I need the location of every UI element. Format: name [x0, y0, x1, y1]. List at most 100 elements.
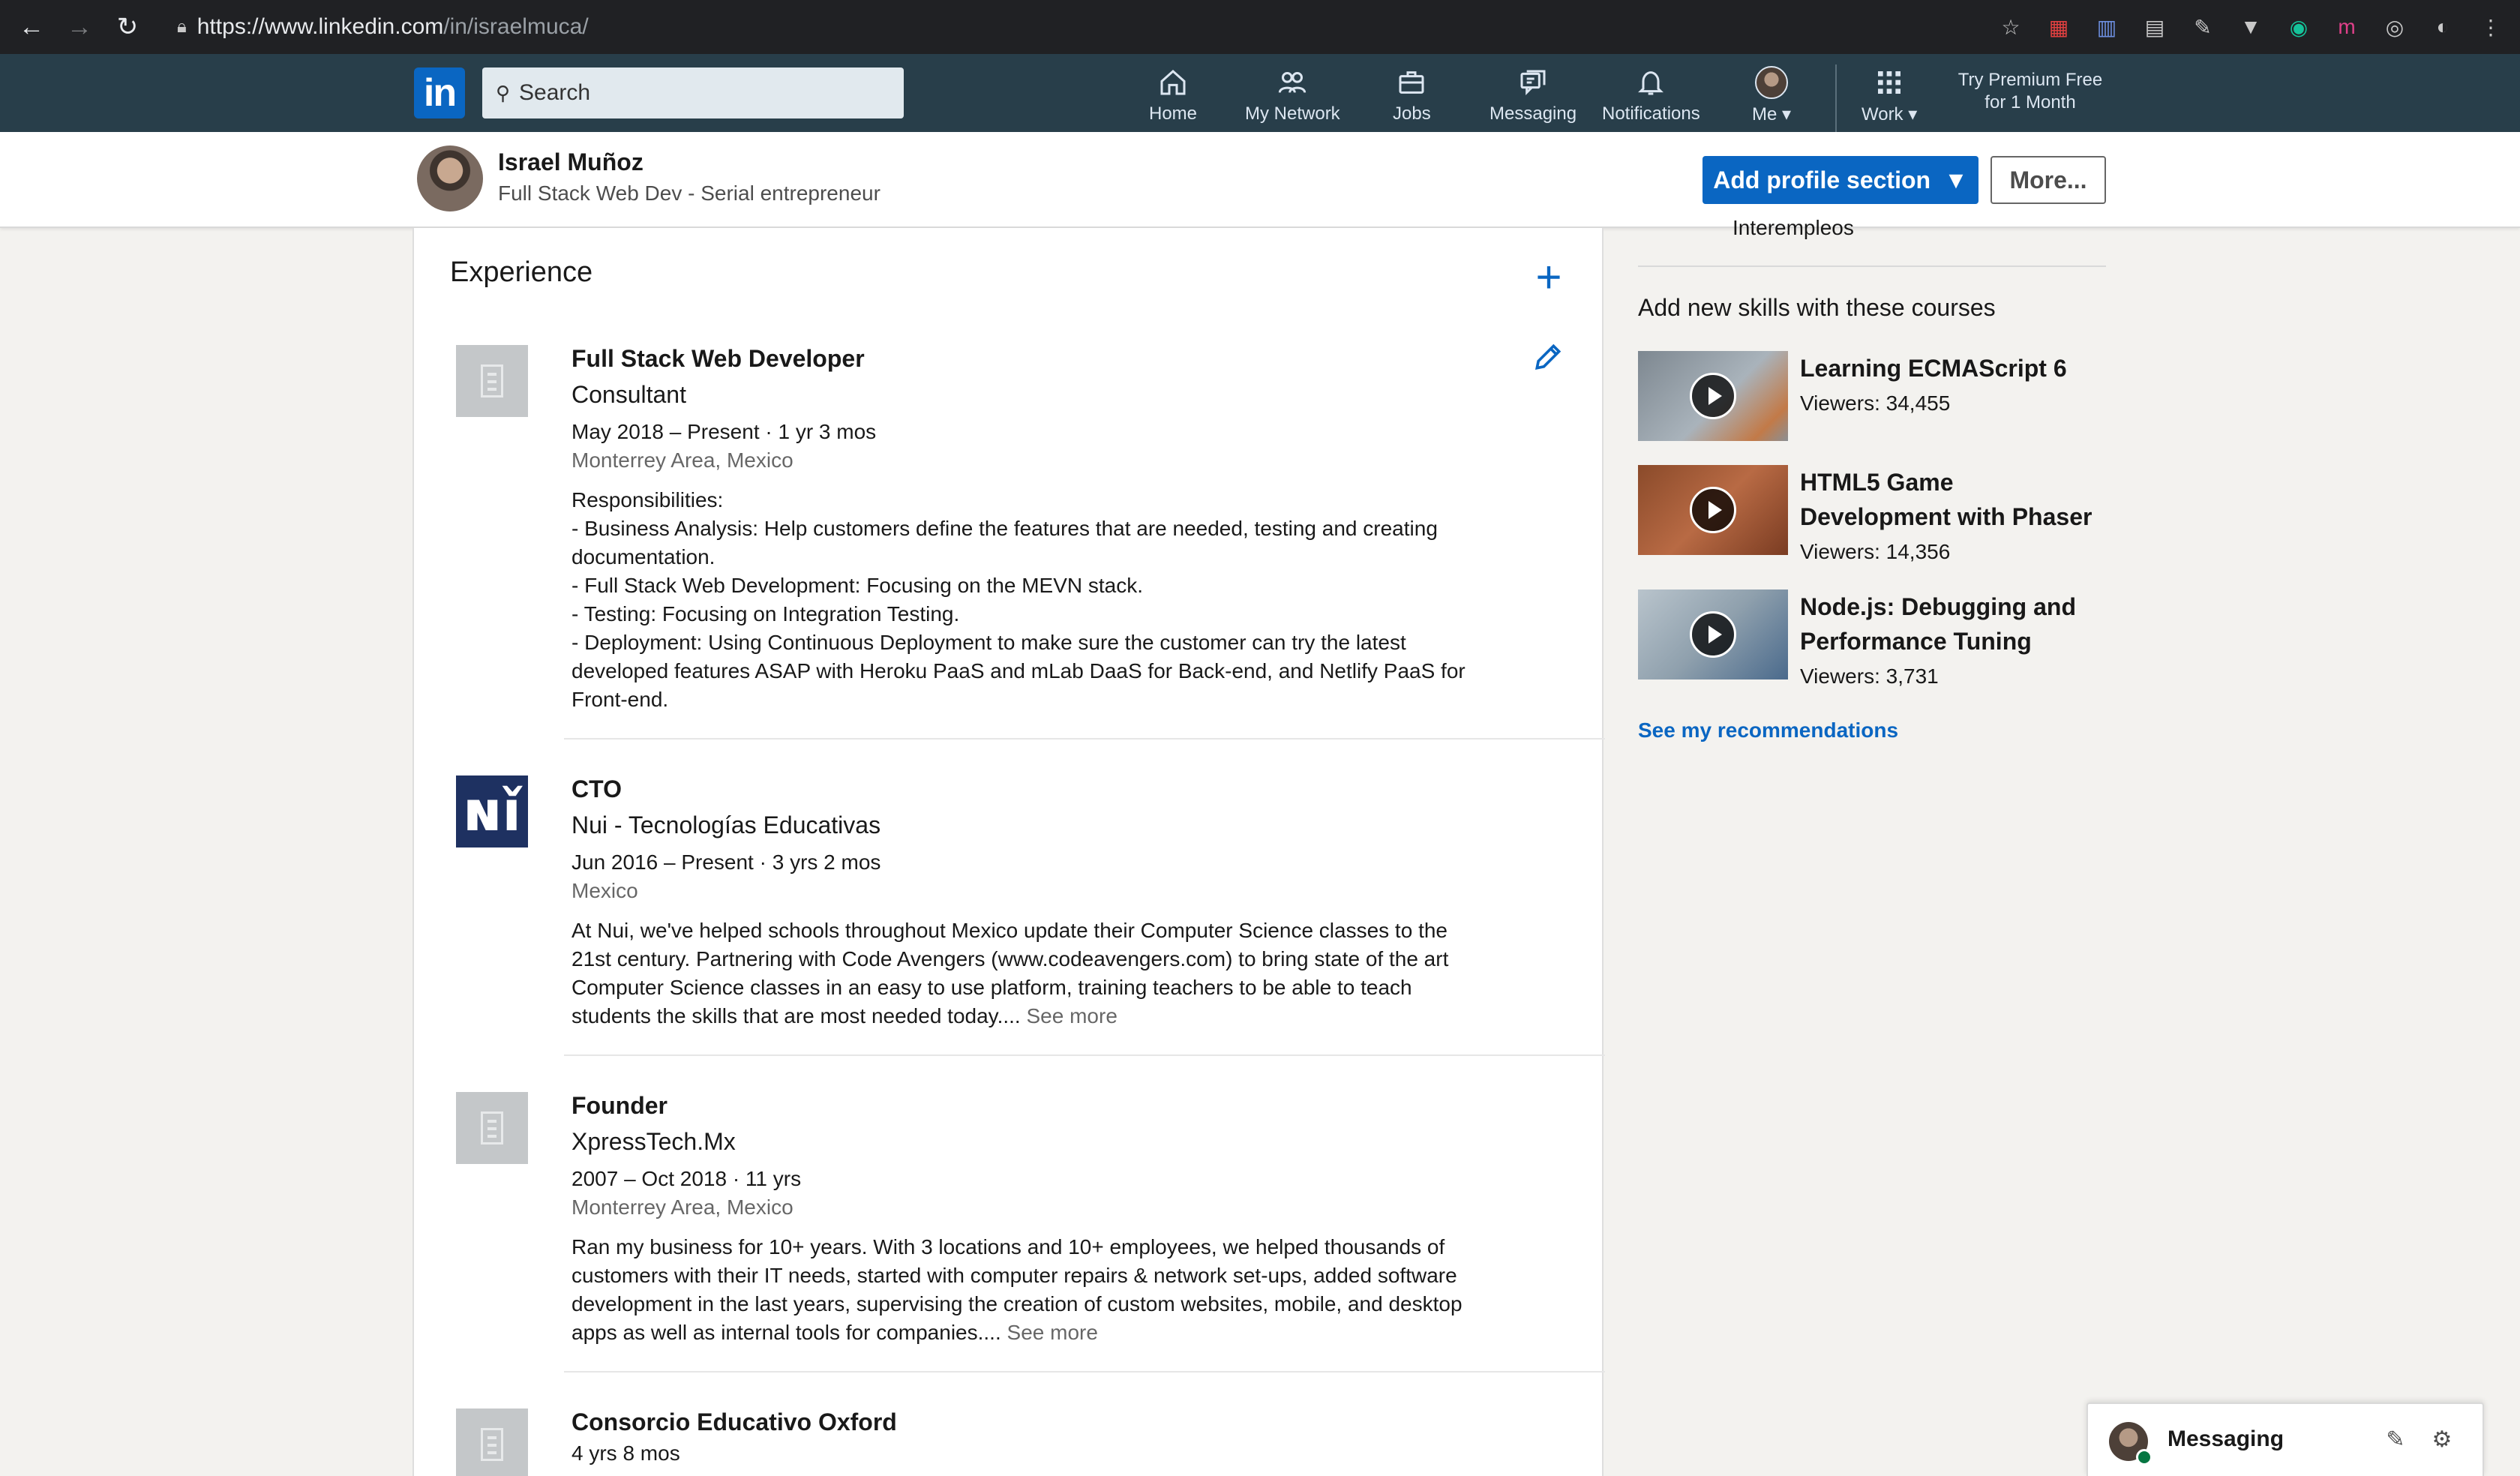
company-name[interactable]: Nui - Tecnologías Educativas: [572, 812, 880, 839]
extensions-bar: ☆ ▦ ▥ ▤ ✎ ▼ ◉ m ◎ ◐ ⋮: [1996, 0, 2505, 54]
nav-home[interactable]: Home: [1149, 66, 1197, 129]
job-location: Monterrey Area, Mexico: [572, 1196, 794, 1219]
url-base: https://www.linkedin.com: [196, 14, 444, 39]
extension-briefcase-icon[interactable]: ▤: [2140, 13, 2169, 41]
profile-avatar[interactable]: [417, 146, 483, 212]
global-nav: in ⚲ Home My Network Jobs Messaging Noti…: [0, 54, 2520, 132]
star-icon[interactable]: ☆: [1996, 13, 2025, 41]
nav-work[interactable]: Work ▾: [1862, 66, 1917, 129]
extension-eye-icon[interactable]: ◎: [2380, 13, 2409, 41]
company-name[interactable]: XpressTech.Mx: [572, 1128, 736, 1156]
profile-name: Israel Muñoz: [498, 148, 644, 176]
company-logo-placeholder[interactable]: [456, 1092, 528, 1164]
nav-notifications[interactable]: Notifications: [1602, 66, 1700, 129]
linkedin-logo[interactable]: in: [414, 68, 465, 118]
divider: [564, 738, 1605, 740]
profile-sticky-header: Israel Muñoz Full Stack Web Dev - Serial…: [0, 132, 2520, 228]
divider: [564, 1054, 1605, 1056]
profile-icon[interactable]: ◐: [2428, 13, 2457, 41]
add-profile-section-button[interactable]: Add profile section ▼: [1702, 156, 1978, 204]
nav-jobs[interactable]: Jobs: [1393, 66, 1431, 129]
company-name[interactable]: Consultant: [572, 381, 686, 409]
forward-arrow-icon[interactable]: →: [56, 0, 104, 54]
more-button[interactable]: More...: [1990, 156, 2106, 204]
browser-toolbar: ← → ↻ 🔒︎ https://www.linkedin.com/in/isr…: [0, 0, 2520, 54]
search-input[interactable]: [519, 80, 880, 106]
courses-heading: Add new skills with these courses: [1638, 294, 1996, 321]
nav-home-label: Home: [1149, 104, 1198, 124]
menu-kebab-icon[interactable]: ⋮: [2476, 13, 2505, 41]
nav-me-label: Me: [1752, 104, 1778, 124]
experience-section: Experience + Full Stack Web Developer Co…: [412, 228, 1605, 1476]
reload-icon[interactable]: ↻: [104, 0, 152, 54]
nav-me[interactable]: Me ▾: [1752, 66, 1791, 129]
job-description: Responsibilities: - Business Analysis: H…: [572, 488, 1466, 711]
messaging-icon: [1516, 66, 1550, 99]
company-group-title[interactable]: Consorcio Educativo Oxford: [572, 1408, 897, 1436]
course-viewers: Viewers: 14,356: [1800, 540, 1951, 563]
caret-down-icon: ▾: [1908, 104, 1918, 124]
course-thumbnail[interactable]: [1638, 351, 1788, 441]
job-dates: May 2018 – Present · 1 yr 3 mos: [572, 420, 877, 443]
divider: [564, 1371, 1605, 1372]
caret-down-icon: ▾: [1782, 104, 1792, 124]
nav-work-label: Work: [1862, 104, 1904, 124]
premium-link[interactable]: Try Premium Free for 1 Month: [1950, 69, 2110, 114]
gear-icon[interactable]: ⚙: [2428, 1426, 2456, 1454]
extension-m-icon[interactable]: m: [2332, 13, 2361, 41]
grid-icon: [1873, 66, 1906, 99]
extension-grammarly-icon[interactable]: ◉: [2284, 13, 2313, 41]
briefcase-icon: [1395, 66, 1428, 99]
nav-notifications-label: Notifications: [1602, 104, 1700, 124]
pencil-edit-icon[interactable]: [1532, 340, 1564, 374]
nav-my-network[interactable]: My Network: [1245, 66, 1340, 129]
search-box[interactable]: ⚲: [482, 68, 904, 118]
play-icon: [1690, 373, 1736, 419]
truncated-item-text: Interempleos: [1732, 216, 1854, 239]
company-logo-placeholder[interactable]: [456, 345, 528, 417]
company-group-duration: 4 yrs 8 mos: [572, 1442, 680, 1465]
add-experience-icon[interactable]: +: [1530, 255, 1568, 300]
course-thumbnail[interactable]: [1638, 590, 1788, 680]
extension-barcode-icon[interactable]: ▥: [2092, 13, 2121, 41]
company-logo-placeholder[interactable]: [456, 1408, 528, 1476]
see-more-link[interactable]: See more: [1027, 1004, 1118, 1028]
search-icon: ⚲: [496, 81, 511, 104]
job-title[interactable]: Founder: [572, 1092, 668, 1120]
job-title[interactable]: CTO: [572, 776, 622, 803]
extension-v-icon[interactable]: ▼: [2236, 13, 2265, 41]
extension-calendar-icon[interactable]: ▦: [2044, 13, 2073, 41]
extension-pen-icon[interactable]: ✎: [2188, 13, 2217, 41]
nav-divider: [1835, 64, 1837, 132]
compose-icon[interactable]: ✎: [2382, 1426, 2409, 1454]
back-arrow-icon[interactable]: ←: [8, 0, 56, 54]
caret-down-icon: ▼: [1944, 166, 1968, 194]
messaging-overlay-bar[interactable]: Messaging ✎ ⚙: [2086, 1402, 2484, 1476]
url-path: /in/israelmuca/: [443, 14, 589, 39]
see-more-link[interactable]: See more: [1007, 1321, 1098, 1344]
network-icon: [1276, 66, 1309, 99]
avatar: [1755, 66, 1789, 99]
job-title[interactable]: Full Stack Web Developer: [572, 345, 865, 373]
nav-me-label-wrap: Me ▾: [1752, 104, 1791, 125]
course-title[interactable]: HTML5 Game Development with Phaser: [1800, 465, 2108, 534]
job-description-text: At Nui, we've helped schools throughout …: [572, 919, 1449, 1028]
address-bar[interactable]: https://www.linkedin.com/in/israelmuca/: [197, 14, 589, 40]
job-dates: 2007 – Oct 2018 · 11 yrs: [572, 1167, 802, 1190]
online-status-dot: [2136, 1449, 2152, 1466]
course-viewers: Viewers: 3,731: [1800, 664, 1939, 688]
see-recommendations-link[interactable]: See my recommendations: [1638, 718, 1898, 742]
messaging-label[interactable]: Messaging: [2168, 1426, 2284, 1452]
nav-messaging[interactable]: Messaging: [1490, 66, 1576, 129]
premium-line2: for 1 Month: [1984, 92, 2076, 112]
course-title[interactable]: Node.js: Debugging and Performance Tunin…: [1800, 590, 2108, 658]
course-thumbnail[interactable]: [1638, 465, 1788, 555]
profile-headline: Full Stack Web Dev - Serial entrepreneur: [498, 182, 880, 205]
course-title[interactable]: Learning ECMAScript 6: [1800, 351, 2108, 386]
building-icon: [481, 1112, 503, 1144]
job-description: Ran my business for 10+ years. With 3 lo…: [572, 1233, 1472, 1347]
nui-logo[interactable]: ɴǐ: [456, 776, 528, 848]
home-icon: [1156, 66, 1190, 99]
nav-jobs-label: Jobs: [1393, 104, 1431, 124]
section-title: Experience: [450, 256, 593, 288]
